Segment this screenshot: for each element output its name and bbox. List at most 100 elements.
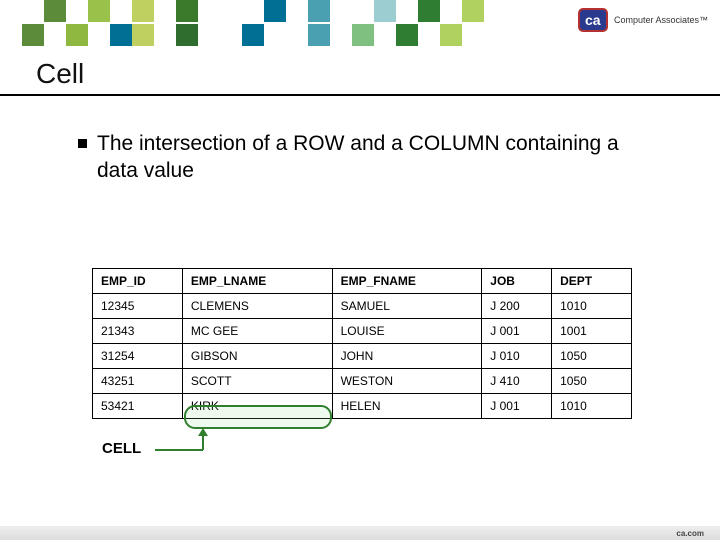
- table-cell: JOHN: [332, 344, 482, 369]
- decor-square: [418, 0, 440, 22]
- bullet-square-icon: [78, 139, 87, 148]
- decor-square: [66, 24, 88, 46]
- decor-square: [396, 0, 418, 22]
- decor-square: [242, 0, 264, 22]
- table-cell: 12345: [93, 294, 183, 319]
- decor-square: [110, 24, 132, 46]
- decor-square: [396, 24, 418, 46]
- decor-square: [110, 0, 132, 22]
- decor-square: [176, 0, 198, 22]
- decor-square: [88, 24, 110, 46]
- decor-square: [286, 0, 308, 22]
- table-cell: J 010: [482, 344, 552, 369]
- decor-square: [550, 0, 572, 22]
- decor-square: [352, 24, 374, 46]
- decor-square: [484, 24, 506, 46]
- decor-square: [506, 24, 528, 46]
- decor-square: [352, 0, 374, 22]
- footer-bar: ca.com: [0, 526, 720, 540]
- decor-square: [528, 24, 550, 46]
- table-row: 12345CLEMENSSAMUELJ 2001010: [93, 294, 632, 319]
- decor-square: [264, 0, 286, 22]
- table-row: 21343MC GEELOUISEJ 0011001: [93, 319, 632, 344]
- decor-square: [286, 24, 308, 46]
- bullet-text: The intersection of a ROW and a COLUMN c…: [97, 130, 638, 185]
- decor-square: [154, 24, 176, 46]
- title-underline: [0, 94, 720, 96]
- decor-square: [66, 0, 88, 22]
- decor-square: [484, 0, 506, 22]
- th-job: JOB: [482, 269, 552, 294]
- decor-square: [462, 24, 484, 46]
- decor-square: [308, 24, 330, 46]
- table-cell: J 200: [482, 294, 552, 319]
- decor-square: [462, 0, 484, 22]
- table-cell: HELEN: [332, 394, 482, 419]
- decor-square: [154, 0, 176, 22]
- decor-square: [506, 0, 528, 22]
- decor-square: [308, 0, 330, 22]
- decor-square: [220, 24, 242, 46]
- decor-square: [132, 0, 154, 22]
- table-cell: MC GEE: [182, 319, 332, 344]
- decor-square: [132, 24, 154, 46]
- decor-square: [264, 24, 286, 46]
- decor-square: [22, 0, 44, 22]
- table-cell: 1050: [552, 369, 632, 394]
- table-cell: SCOTT: [182, 369, 332, 394]
- decor-square: [88, 0, 110, 22]
- employee-table: EMP_ID EMP_LNAME EMP_FNAME JOB DEPT 1234…: [92, 268, 632, 419]
- table-cell: J 001: [482, 319, 552, 344]
- table-cell: 1010: [552, 294, 632, 319]
- decor-square: [0, 0, 22, 22]
- page-title: Cell: [36, 58, 84, 90]
- table-row: 53421KIRKHELENJ 0011010: [93, 394, 632, 419]
- table-cell: 43251: [93, 369, 183, 394]
- ca-logo-icon: [578, 8, 608, 32]
- decor-square: [374, 24, 396, 46]
- decor-square: [374, 0, 396, 22]
- decor-square: [220, 0, 242, 22]
- table-cell: 1001: [552, 319, 632, 344]
- table-row: 43251SCOTTWESTONJ 4101050: [93, 369, 632, 394]
- cell-arrow-icon: [155, 428, 215, 452]
- table-cell: 53421: [93, 394, 183, 419]
- company-logo-block: Computer Associates™: [578, 8, 708, 32]
- decor-square: [198, 24, 220, 46]
- table-row: 31254GIBSONJOHNJ 0101050: [93, 344, 632, 369]
- table-cell: WESTON: [332, 369, 482, 394]
- bullet-block: The intersection of a ROW and a COLUMN c…: [78, 130, 638, 185]
- decor-square: [242, 24, 264, 46]
- decor-square: [22, 24, 44, 46]
- decor-square: [44, 0, 66, 22]
- th-emp-fname: EMP_FNAME: [332, 269, 482, 294]
- decor-square: [440, 24, 462, 46]
- decor-square: [330, 24, 352, 46]
- table-header-row: EMP_ID EMP_LNAME EMP_FNAME JOB DEPT: [93, 269, 632, 294]
- decor-square: [440, 0, 462, 22]
- decor-square: [550, 24, 572, 46]
- decor-square: [528, 0, 550, 22]
- table-cell: SAMUEL: [332, 294, 482, 319]
- table-cell: 31254: [93, 344, 183, 369]
- th-dept: DEPT: [552, 269, 632, 294]
- th-emp-lname: EMP_LNAME: [182, 269, 332, 294]
- table-cell: 1050: [552, 344, 632, 369]
- cell-label: CELL: [102, 440, 141, 457]
- footer-url: ca.com: [676, 529, 704, 538]
- table-cell: 21343: [93, 319, 183, 344]
- th-emp-id: EMP_ID: [93, 269, 183, 294]
- decor-square: [176, 24, 198, 46]
- table-cell: J 410: [482, 369, 552, 394]
- decor-square: [44, 24, 66, 46]
- table-cell: CLEMENS: [182, 294, 332, 319]
- table-cell: 1010: [552, 394, 632, 419]
- table-cell: KIRK: [182, 394, 332, 419]
- table-cell: J 001: [482, 394, 552, 419]
- company-name: Computer Associates™: [614, 15, 708, 25]
- decor-square: [198, 0, 220, 22]
- table-cell: LOUISE: [332, 319, 482, 344]
- decor-square: [0, 24, 22, 46]
- decor-square: [418, 24, 440, 46]
- decor-square: [330, 0, 352, 22]
